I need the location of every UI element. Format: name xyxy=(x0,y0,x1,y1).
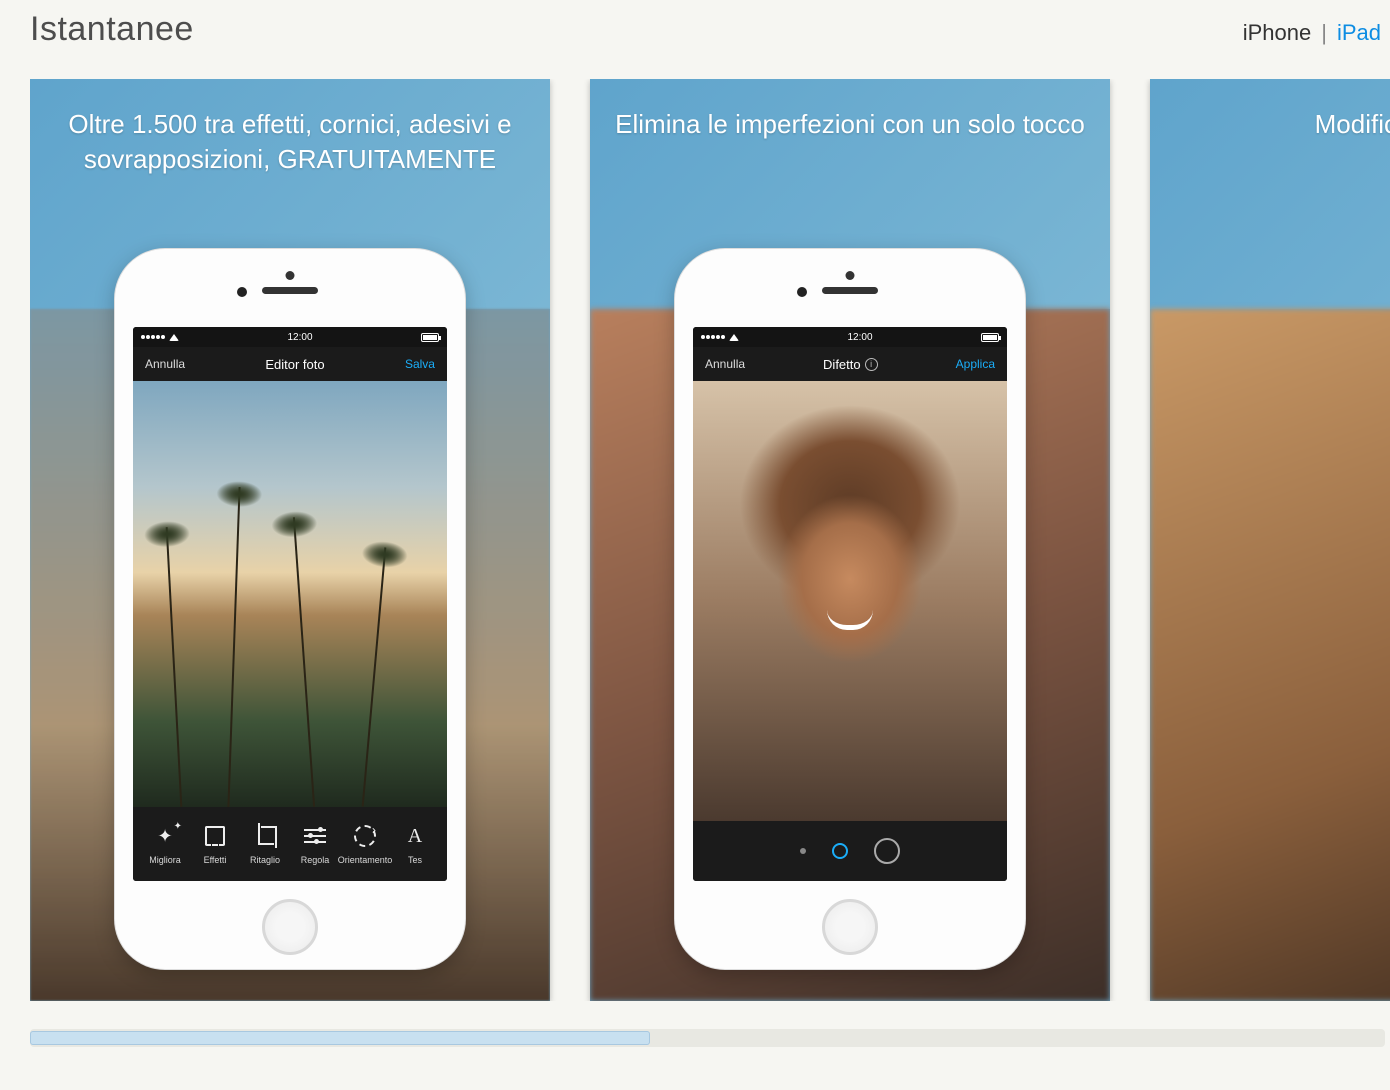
status-bar: 12:00 xyxy=(133,327,447,347)
screenshot-2[interactable]: Elimina le imperfezioni con un solo tocc… xyxy=(590,79,1110,1001)
device-tab-iphone[interactable]: iPhone xyxy=(1239,20,1316,46)
section-header: Istantanee iPhone | iPad xyxy=(30,10,1385,49)
signal-icon xyxy=(701,335,725,339)
tool-label: Effetti xyxy=(204,855,227,865)
brush-size-medium[interactable] xyxy=(832,843,848,859)
screenshot-3[interactable]: Modifica regolab 12:00 xyxy=(1150,79,1390,1001)
brush-size-large[interactable] xyxy=(874,838,900,864)
device-tab-separator: | xyxy=(1321,20,1327,46)
tool-text[interactable]: Tes xyxy=(391,823,439,865)
tool-orientation[interactable]: Orientamento xyxy=(341,823,389,865)
slide-caption: Oltre 1.500 tra effetti, cornici, adesiv… xyxy=(50,107,530,177)
slide-bg-image xyxy=(1150,309,1390,1001)
status-time: 12:00 xyxy=(847,332,872,343)
info-icon[interactable]: i xyxy=(865,358,878,371)
tool-bar: Migliora Effetti Ritaglio Regola xyxy=(133,807,447,881)
wifi-icon xyxy=(169,334,179,341)
camera-dot-icon xyxy=(846,271,855,280)
crop-icon xyxy=(255,826,275,846)
save-button[interactable]: Salva xyxy=(405,357,435,371)
effects-icon xyxy=(205,826,225,846)
tool-label: Tes xyxy=(408,855,422,865)
status-time: 12:00 xyxy=(287,332,312,343)
adjust-icon xyxy=(304,829,326,843)
screenshot-carousel[interactable]: Oltre 1.500 tra effetti, cornici, adesiv… xyxy=(30,79,1390,1001)
phone-mock: 12:00 Annulla Difetto i Applica xyxy=(675,249,1025,969)
cancel-button[interactable]: Annulla xyxy=(145,357,185,371)
nav-title: Editor foto xyxy=(265,357,324,372)
app-nav-bar: Annulla Difetto i Applica xyxy=(693,347,1007,381)
enhance-icon xyxy=(152,823,178,849)
photo-content-palms xyxy=(133,381,447,807)
nav-title: Difetto i xyxy=(823,357,878,372)
tool-crop[interactable]: Ritaglio xyxy=(241,823,289,865)
tool-label: Orientamento xyxy=(338,855,393,865)
text-icon xyxy=(402,823,428,849)
wifi-icon xyxy=(729,334,739,341)
phone-screen: 12:00 Annulla Editor foto Salva xyxy=(133,327,447,881)
brush-size-small[interactable] xyxy=(800,848,806,854)
camera-dot-icon xyxy=(286,271,295,280)
phone-mock: 12:00 Annulla Editor foto Salva xyxy=(115,249,465,969)
tool-label: Ritaglio xyxy=(250,855,280,865)
device-tabs: iPhone | iPad xyxy=(1239,20,1385,46)
home-button[interactable] xyxy=(822,899,878,955)
apply-button[interactable]: Applica xyxy=(956,357,995,371)
horizontal-scrollbar-thumb[interactable] xyxy=(30,1031,650,1045)
tool-label: Regola xyxy=(301,855,330,865)
tool-adjust[interactable]: Regola xyxy=(291,823,339,865)
cancel-button[interactable]: Annulla xyxy=(705,357,745,371)
proximity-sensor-icon xyxy=(237,287,247,297)
battery-icon xyxy=(981,333,999,342)
device-tab-ipad[interactable]: iPad xyxy=(1333,20,1385,46)
rotate-icon xyxy=(354,825,376,847)
brush-size-bar xyxy=(693,821,1007,881)
photo-canvas[interactable] xyxy=(693,381,1007,821)
slide-caption: Modifica regolab xyxy=(1170,107,1390,142)
phone-screen: 12:00 Annulla Difetto i Applica xyxy=(693,327,1007,881)
tool-label: Migliora xyxy=(149,855,181,865)
tool-enhance[interactable]: Migliora xyxy=(141,823,189,865)
battery-icon xyxy=(421,333,439,342)
signal-icon xyxy=(141,335,165,339)
app-nav-bar: Annulla Editor foto Salva xyxy=(133,347,447,381)
status-bar: 12:00 xyxy=(693,327,1007,347)
screenshot-1[interactable]: Oltre 1.500 tra effetti, cornici, adesiv… xyxy=(30,79,550,1001)
photo-content-portrait xyxy=(693,381,1007,821)
section-title: Istantanee xyxy=(30,10,194,49)
slide-caption: Elimina le imperfezioni con un solo tocc… xyxy=(610,107,1090,142)
tool-effects[interactable]: Effetti xyxy=(191,823,239,865)
horizontal-scrollbar-track[interactable] xyxy=(30,1029,1385,1047)
home-button[interactable] xyxy=(262,899,318,955)
photo-canvas[interactable] xyxy=(133,381,447,807)
proximity-sensor-icon xyxy=(797,287,807,297)
